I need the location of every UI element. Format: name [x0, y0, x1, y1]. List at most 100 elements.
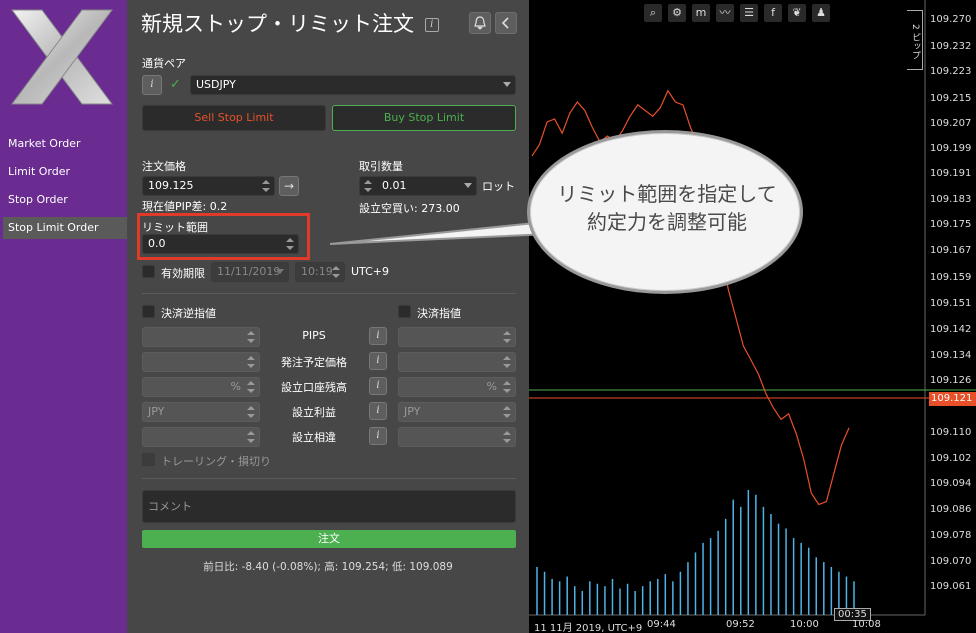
- sidebar-item-stop-limit-order[interactable]: Stop Limit Order: [3, 217, 127, 239]
- row-label: 設立口座残高: [281, 381, 347, 394]
- stepper-icon[interactable]: [247, 430, 255, 444]
- currency-pair-value: USDJPY: [196, 78, 236, 91]
- take-profit-field[interactable]: JPY: [398, 402, 516, 422]
- facebook-icon[interactable]: f: [764, 4, 782, 22]
- x-tick-label: 10:08: [852, 619, 881, 630]
- y-tick-label: 109.207: [930, 118, 972, 129]
- row-info-icon[interactable]: i: [369, 377, 387, 395]
- y-tick-label: 109.151: [930, 298, 972, 309]
- currency-info-icon[interactable]: i: [142, 75, 162, 95]
- stepper-icon[interactable]: [247, 330, 255, 344]
- chart-grid: [529, 0, 976, 616]
- quantity-select[interactable]: 0.01: [359, 176, 477, 196]
- quantity-value: 0.01: [382, 179, 407, 192]
- expiry-date-input[interactable]: 11/11/2019: [211, 262, 289, 282]
- daily-summary-text: 前日比: -8.40 (-0.08%); 高: 109.254; 低: 109.…: [203, 561, 453, 573]
- stop-loss-field[interactable]: [142, 327, 260, 347]
- stepper-icon[interactable]: [503, 430, 511, 444]
- stepper-icon[interactable]: [503, 405, 511, 419]
- lot-label: ロット: [482, 180, 515, 193]
- y-tick-label: 109.199: [930, 143, 972, 154]
- order-panel: 新規ストップ・リミット注文 i 通貨ペア i ✓ USDJPY Sell Sto…: [127, 0, 529, 633]
- currency-pair-select[interactable]: USDJPY: [190, 75, 516, 95]
- arrow-right-icon[interactable]: →: [279, 176, 299, 196]
- person-icon[interactable]: ♟: [812, 4, 830, 22]
- stop-loss-field-value: JPY: [148, 405, 165, 418]
- current-price-tag: 109.121: [929, 392, 976, 406]
- y-tick-label: 109.183: [930, 194, 972, 205]
- y-tick-label: 109.110: [930, 427, 972, 438]
- sidebar-item-stop-order[interactable]: Stop Order: [3, 189, 127, 211]
- stepper-icon[interactable]: [247, 405, 255, 419]
- zoom-icon[interactable]: ⌕: [644, 4, 662, 22]
- comment-input[interactable]: コメント: [142, 490, 516, 523]
- y-tick-label: 109.078: [930, 530, 972, 541]
- chart-canvas[interactable]: [529, 0, 976, 633]
- stop-loss-field[interactable]: JPY: [142, 402, 260, 422]
- brand-logo: [11, 9, 113, 105]
- bell-icon[interactable]: [469, 12, 491, 34]
- row-info-icon[interactable]: i: [369, 402, 387, 420]
- stepper-icon[interactable]: [332, 265, 340, 279]
- expiry-time-input[interactable]: 10:19: [295, 262, 345, 282]
- order-price-input[interactable]: 109.125: [142, 176, 275, 196]
- stepper-icon[interactable]: [247, 355, 255, 369]
- stop-loss-field[interactable]: %: [142, 377, 260, 397]
- check-icon: ✓: [170, 77, 181, 92]
- row-info-icon[interactable]: i: [369, 327, 387, 345]
- price-chart[interactable]: ⌕ ⚙ m 〰 ☰ f ❦ ♟ 109.270 109.232 109.223 109.215 109…: [529, 0, 976, 633]
- order-submit-button[interactable]: 注文: [142, 530, 516, 548]
- timezone-label: UTC+9: [351, 265, 390, 278]
- row-label: 設立利益: [292, 406, 336, 419]
- title-text: 新規ストップ・リミット注文: [141, 12, 414, 36]
- stepper-icon[interactable]: [286, 237, 294, 251]
- y-tick-label: 109.215: [930, 93, 972, 104]
- sidebar-item-limit-order[interactable]: Limit Order: [3, 161, 127, 183]
- y-tick-label: 109.061: [930, 581, 972, 592]
- stepper-icon[interactable]: [503, 380, 511, 394]
- x-tick-label: 11 11月 2019, UTC+9: [534, 623, 643, 633]
- stepper-icon[interactable]: [364, 179, 372, 193]
- row-info-icon[interactable]: i: [369, 352, 387, 370]
- take-profit-field[interactable]: [398, 427, 516, 447]
- take-profit-field[interactable]: [398, 352, 516, 372]
- row-label: 発注予定価格: [281, 356, 347, 369]
- settings-icon[interactable]: ⚙: [668, 4, 686, 22]
- take-profit-field[interactable]: [398, 327, 516, 347]
- take-profit-label: 決済指値: [417, 307, 461, 320]
- info-icon[interactable]: i: [424, 18, 439, 32]
- stepper-icon[interactable]: [247, 380, 255, 394]
- timeframe-m1-button[interactable]: m: [692, 4, 710, 22]
- stop-loss-field[interactable]: [142, 352, 260, 372]
- y-tick-label: 109.126: [930, 375, 972, 386]
- list-icon[interactable]: ☰: [740, 4, 758, 22]
- expiry-time-value: 10:19: [301, 265, 333, 278]
- trailing-stop-checkbox[interactable]: [142, 453, 155, 466]
- take-profit-field-value: JPY: [404, 405, 421, 418]
- expiry-checkbox[interactable]: [142, 265, 155, 278]
- x-tick-label: 09:44: [647, 619, 676, 630]
- y-tick-label: 109.223: [930, 66, 972, 77]
- sidebar-item-market-order[interactable]: Market Order: [3, 133, 127, 155]
- leaf-icon[interactable]: ❦: [788, 4, 806, 22]
- line-icon[interactable]: 〰: [716, 4, 734, 22]
- limit-range-input[interactable]: 0.0: [142, 234, 299, 254]
- stop-loss-field[interactable]: [142, 427, 260, 447]
- stepper-icon[interactable]: [262, 179, 270, 193]
- y-tick-label: 109.175: [930, 219, 972, 230]
- stepper-icon[interactable]: [503, 355, 511, 369]
- buy-stop-limit-button[interactable]: Buy Stop Limit: [332, 105, 516, 131]
- take-profit-field[interactable]: %: [398, 377, 516, 397]
- quantity-label: 取引数量: [359, 160, 403, 173]
- take-profit-field-value: %: [486, 380, 497, 393]
- collapse-chevron-left-icon[interactable]: [495, 12, 517, 34]
- x-tick-label: 09:52: [726, 619, 755, 630]
- callout-pointer: [329, 220, 552, 245]
- stop-loss-checkbox[interactable]: [142, 305, 155, 318]
- sidebar: Market Order Limit Order Stop Order Stop…: [0, 0, 127, 633]
- stepper-icon[interactable]: [503, 330, 511, 344]
- sell-stop-limit-button[interactable]: Sell Stop Limit: [142, 105, 326, 131]
- take-profit-checkbox[interactable]: [398, 305, 411, 318]
- row-info-icon[interactable]: i: [369, 427, 387, 445]
- chevron-down-icon: [276, 269, 284, 274]
